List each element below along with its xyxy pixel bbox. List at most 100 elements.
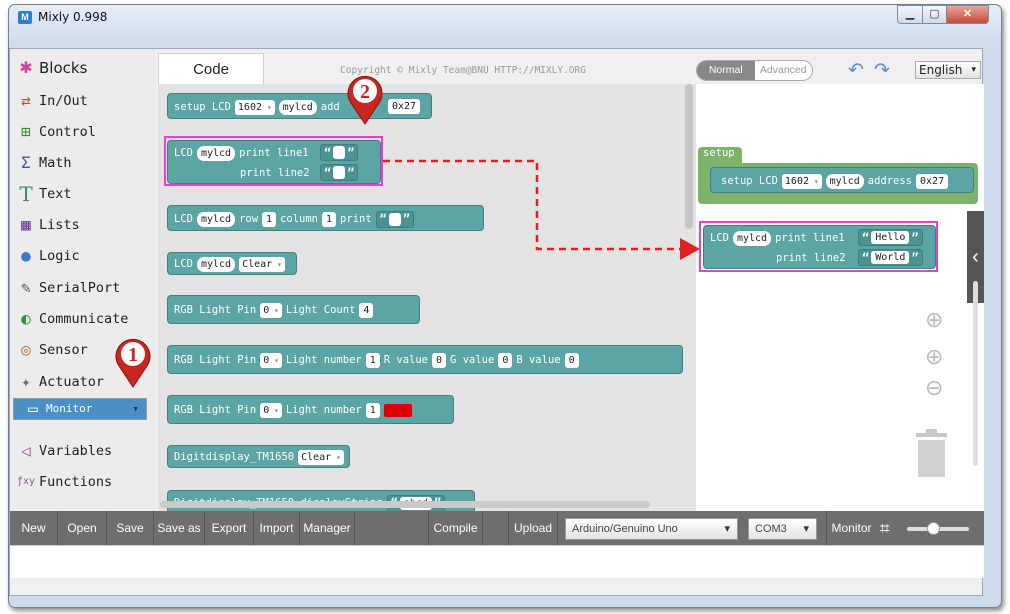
- compile-button[interactable]: Compile: [428, 511, 483, 545]
- column-field[interactable]: 1: [322, 211, 337, 227]
- zoom-slider[interactable]: [907, 522, 969, 535]
- block-rgb-light-color[interactable]: RGB Light Pin 0 Light number 1: [167, 395, 454, 424]
- upload-button[interactable]: Upload: [508, 511, 558, 545]
- mode-normal[interactable]: Normal: [697, 61, 755, 80]
- new-button[interactable]: New: [10, 511, 58, 545]
- communicate-icon: ◐: [21, 309, 31, 328]
- color-swatch[interactable]: [383, 403, 412, 417]
- block-rgb-light-count[interactable]: RGB Light Pin 0 Light Count 4: [167, 295, 420, 324]
- light-number-field[interactable]: 1: [365, 352, 380, 368]
- block-digitdisplay-clear[interactable]: Digitdisplay_TM1650 Clear: [167, 445, 350, 468]
- digitdisplay-action-dropdown[interactable]: Clear: [298, 449, 344, 465]
- lcd-address-field[interactable]: 0x27: [388, 99, 421, 114]
- sigma-icon: Σ: [21, 153, 31, 172]
- lcd-model-dropdown[interactable]: 1602: [781, 173, 822, 189]
- sidebar-item-logic[interactable]: ● Logic: [13, 241, 147, 270]
- mode-toggle[interactable]: Normal Advanced: [696, 60, 813, 81]
- sidebar-item-math[interactable]: Σ Math: [13, 148, 147, 177]
- step-marker-2: 2: [347, 75, 383, 125]
- trash-icon[interactable]: [915, 429, 948, 477]
- maximize-button[interactable]: ▢: [922, 5, 947, 24]
- lcd-address-field[interactable]: 0x27: [916, 173, 949, 189]
- lcd-var-field[interactable]: mylcd: [278, 99, 317, 115]
- block-lcd-clear[interactable]: LCD mylcd Clear: [167, 252, 297, 275]
- sidebar-item-text[interactable]: T Text: [13, 179, 147, 208]
- workspace-scrollbar[interactable]: [973, 281, 978, 466]
- highlight-flyout-lcd-print: [164, 136, 383, 186]
- block-setup-lcd[interactable]: setup LCD 1602 mylcd add 0x27: [167, 93, 432, 119]
- save-button[interactable]: Save: [107, 511, 154, 545]
- b-value-field[interactable]: 0: [564, 352, 579, 368]
- flyout-scrollbar-horizontal[interactable]: [160, 501, 650, 508]
- print-string-slot[interactable]: “”: [375, 210, 415, 228]
- functions-icon: ƒxy: [16, 476, 36, 487]
- block-rgb-light-values[interactable]: RGB Light Pin 0 Light number 1 R value 0…: [167, 345, 683, 374]
- mixly-app: ✱ Blocks ⇄ In/Out ⊞ Control Σ Math T Text ▦ L…: [9, 48, 984, 596]
- bulb-icon: ●: [21, 246, 31, 265]
- flyout-scrollbar-vertical[interactable]: [685, 84, 693, 229]
- chip-icon[interactable]: ⌗: [880, 519, 890, 539]
- rgb-pin-dropdown[interactable]: 0: [260, 302, 282, 318]
- lcd-var-field[interactable]: mylcd: [196, 256, 236, 272]
- language-select[interactable]: English ▾: [915, 61, 981, 79]
- lcd-action-dropdown[interactable]: Clear: [239, 256, 285, 272]
- sidebar-item-serialport[interactable]: ✎ SerialPort: [13, 273, 147, 302]
- sidebar-item-inout[interactable]: ⇄ In/Out: [13, 86, 147, 115]
- light-number-field[interactable]: 1: [365, 402, 380, 418]
- variables-icon: ◁: [21, 441, 31, 460]
- zoom-in-icon[interactable]: ⊕: [925, 344, 943, 370]
- sidebar-item-communicate[interactable]: ◐ Communicate: [13, 304, 147, 333]
- export-button[interactable]: Export: [205, 511, 254, 545]
- setup-block-header[interactable]: setup: [698, 147, 742, 163]
- undo-icon[interactable]: ↶: [848, 59, 864, 82]
- sidebar-item-functions[interactable]: ƒxy Functions: [13, 467, 147, 496]
- status-area: [10, 545, 984, 578]
- mixly-app-icon: M: [18, 11, 32, 24]
- tab-code[interactable]: Code: [158, 53, 264, 84]
- sidebar-item-control[interactable]: ⊞ Control: [13, 117, 147, 146]
- block-category-sidebar: ✱ Blocks ⇄ In/Out ⊞ Control Σ Math T Text ▦ L…: [10, 49, 155, 511]
- sidebar-item-lists[interactable]: ▦ Lists: [13, 210, 147, 239]
- zoom-slider-handle[interactable]: [927, 522, 940, 535]
- open-button[interactable]: Open: [58, 511, 107, 545]
- import-button[interactable]: Import: [254, 511, 300, 545]
- rgb-pin-dropdown[interactable]: 0: [260, 402, 282, 418]
- sidebar-item-monitor[interactable]: ▭ Monitor: [13, 398, 147, 420]
- highlight-workspace-lcd-print: [699, 221, 938, 272]
- save-as-button[interactable]: Save as: [154, 511, 205, 545]
- port-select[interactable]: COM3: [748, 518, 817, 540]
- manager-button[interactable]: Manager: [300, 511, 355, 545]
- zoom-out-icon[interactable]: ⊖: [925, 375, 943, 401]
- lcd-model-dropdown[interactable]: 1602: [234, 99, 275, 115]
- redo-icon[interactable]: ↷: [874, 59, 890, 82]
- workspace-block-setup-lcd[interactable]: setup LCD 1602 mylcd address 0x27: [710, 167, 974, 193]
- svg-text:2: 2: [360, 81, 370, 103]
- lists-icon: ▦: [21, 215, 31, 234]
- lcd-var-field[interactable]: mylcd: [196, 211, 236, 227]
- row-field[interactable]: 1: [262, 211, 277, 227]
- actuator-icon: ✦: [21, 372, 31, 391]
- recenter-icon[interactable]: ⊕: [925, 307, 943, 333]
- sidebar-item-variables[interactable]: ◁ Variables: [13, 436, 147, 465]
- light-count-field[interactable]: 4: [359, 302, 374, 318]
- blocks-header: ✱ Blocks: [13, 53, 147, 82]
- rgb-pin-dropdown[interactable]: 0: [260, 352, 282, 368]
- puzzle-icon: ✱: [19, 58, 33, 77]
- g-value-field[interactable]: 0: [498, 352, 513, 368]
- r-value-field[interactable]: 0: [432, 352, 447, 368]
- sensor-icon: ◎: [21, 340, 31, 359]
- block-lcd-row-column[interactable]: LCD mylcd row 1 column 1 print “”: [167, 205, 484, 231]
- close-button[interactable]: ✕: [946, 5, 989, 24]
- text-icon: T: [19, 181, 33, 206]
- mode-advanced[interactable]: Advanced: [755, 61, 813, 80]
- monitor-icon: ▭: [28, 399, 38, 418]
- board-select[interactable]: Arduino/Genuino Uno: [565, 518, 738, 540]
- svg-text:1: 1: [128, 344, 138, 366]
- arrows-icon: ⇄: [21, 91, 31, 110]
- monitor-button[interactable]: Monitor: [826, 511, 876, 545]
- minimize-button[interactable]: ▁: [897, 5, 923, 24]
- lcd-var-field[interactable]: mylcd: [825, 173, 864, 189]
- pen-icon: ✎: [21, 278, 31, 297]
- step-marker-1: 1: [115, 338, 151, 388]
- gamepad-icon: ⊞: [21, 122, 31, 141]
